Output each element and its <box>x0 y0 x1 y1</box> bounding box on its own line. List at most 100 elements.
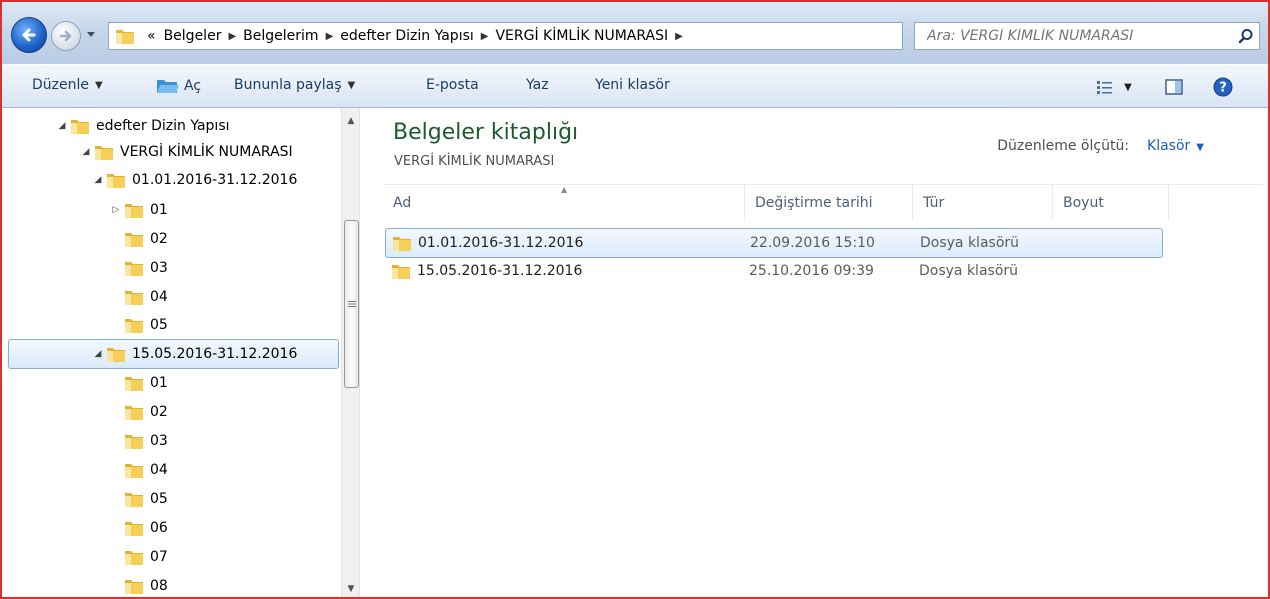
folder-icon <box>115 26 137 46</box>
chevron-down-icon: ▼ <box>1124 81 1132 93</box>
tree-item[interactable]: 08 <box>108 572 168 597</box>
tree-item[interactable]: ◢ 15.05.2016-31.12.2016 <box>90 340 297 368</box>
email-label: E-posta <box>426 77 479 93</box>
print-button[interactable]: Yaz <box>526 77 549 93</box>
address-field[interactable]: « Belgeler ▶ Belgelerim ▶ edefter Dizin … <box>108 22 996 50</box>
email-button[interactable]: E-posta <box>426 77 479 93</box>
column-modified-label: Değiştirme tarihi <box>755 195 873 211</box>
collapse-arrow-icon[interactable]: ◢ <box>78 147 94 157</box>
explorer-window: « Belgeler ▶ Belgelerim ▶ edefter Dizin … <box>0 0 1270 599</box>
column-size-label: Boyut <box>1063 195 1104 211</box>
breadcrumb-separator-icon[interactable]: ▶ <box>323 31 337 42</box>
organize-button[interactable]: Düzenle ▼ <box>32 77 103 93</box>
tree-item[interactable]: ◢ edefter Dizin Yapısı <box>54 112 230 140</box>
folder-icon <box>124 316 144 334</box>
share-button[interactable]: Bununla paylaş ▼ <box>234 77 355 93</box>
column-header: ▲ Ad Değiştirme tarihi Tür Boyut <box>383 184 1263 221</box>
scroll-up-icon[interactable]: ▲ <box>342 112 359 130</box>
search-button[interactable] <box>1233 23 1259 49</box>
folder-icon <box>124 374 144 392</box>
tree-item-label: 15.05.2016-31.12.2016 <box>132 346 298 362</box>
chevron-down-icon <box>87 32 95 37</box>
breadcrumb-overflow[interactable]: « <box>143 28 160 44</box>
search-input[interactable] <box>925 27 1233 45</box>
content-pane: Belgeler kitaplığı VERGİ KİMLİK NUMARASI… <box>361 108 1268 597</box>
tree-item[interactable]: 05 <box>108 311 168 339</box>
collapse-arrow-icon[interactable]: ◢ <box>54 121 70 131</box>
tree-item[interactable]: 02 <box>108 225 168 253</box>
search-icon <box>1238 29 1253 44</box>
open-folder-icon <box>157 80 179 93</box>
tree-item-label: 05 <box>150 317 168 333</box>
file-type: Dosya klasörü <box>919 263 1019 279</box>
folder-icon <box>124 577 144 595</box>
file-name-cell: 15.05.2016-31.12.2016 <box>391 257 582 285</box>
help-button[interactable]: ? <box>1211 75 1235 99</box>
tree-item[interactable]: 02 <box>108 398 168 426</box>
file-name: 01.01.2016-31.12.2016 <box>418 235 584 251</box>
column-modified[interactable]: Değiştirme tarihi <box>745 185 913 221</box>
breadcrumb-edefter[interactable]: edefter Dizin Yapısı <box>336 28 478 44</box>
open-button[interactable]: Aç <box>156 77 201 95</box>
tree-item[interactable]: 01 <box>108 369 168 397</box>
tree-item-label: 04 <box>150 289 168 305</box>
arrange-by-dropdown[interactable]: Klasör ▼ <box>1147 138 1204 154</box>
recent-pages-dropdown[interactable] <box>84 28 98 42</box>
chevron-down-icon: ▼ <box>95 79 103 91</box>
views-icon <box>1097 81 1113 94</box>
collapse-arrow-icon[interactable]: ◢ <box>90 175 106 185</box>
breadcrumb-belgelerim[interactable]: Belgelerim <box>239 28 322 44</box>
breadcrumb-separator-icon[interactable]: ▶ <box>225 31 239 42</box>
chevron-down-icon: ▼ <box>347 79 356 91</box>
preview-pane-button[interactable] <box>1162 75 1186 99</box>
tree-item[interactable]: 07 <box>108 543 168 571</box>
forward-arrow-icon <box>59 30 72 42</box>
column-size[interactable]: Boyut <box>1053 185 1169 221</box>
new-folder-button[interactable]: Yeni klasör <box>595 77 670 93</box>
file-type: Dosya klasörü <box>920 235 1020 251</box>
scroll-down-icon[interactable]: ▼ <box>342 580 359 597</box>
tree-item-label: 01 <box>150 202 168 218</box>
tree-item[interactable]: ◢ 01.01.2016-31.12.2016 <box>90 166 297 194</box>
tree-item[interactable]: 03 <box>108 427 168 455</box>
tree-item-label: 02 <box>150 404 168 420</box>
breadcrumb-vergi[interactable]: VERGİ KİMLİK NUMARASI <box>491 28 672 44</box>
tree-item-label: VERGİ KİMLİK NUMARASI <box>120 144 293 160</box>
tree-item-label: 06 <box>150 520 168 536</box>
breadcrumb-belgeler[interactable]: Belgeler <box>160 28 226 44</box>
tree-item-label: 03 <box>150 260 168 276</box>
file-row[interactable]: 15.05.2016-31.12.2016 25.10.2016 09:39 Dos… <box>385 257 1163 287</box>
library-subtitle: VERGİ KİMLİK NUMARASI <box>394 154 555 169</box>
column-name[interactable]: Ad <box>383 185 745 221</box>
breadcrumb-separator-icon[interactable]: ▶ <box>672 31 686 42</box>
tree-item-label: 02 <box>150 231 168 247</box>
folder-icon <box>124 201 144 219</box>
back-button[interactable] <box>11 17 47 53</box>
breadcrumb-separator-icon[interactable]: ▶ <box>478 31 492 42</box>
scrollbar-thumb[interactable] <box>344 220 359 388</box>
folder-icon <box>124 490 144 508</box>
file-row[interactable]: 01.01.2016-31.12.2016 22.09.2016 15:10 Dos… <box>385 228 1163 258</box>
change-view-button[interactable]: ▼ <box>1090 75 1138 99</box>
column-name-label: Ad <box>393 195 412 211</box>
tree-item[interactable]: 05 <box>108 485 168 513</box>
arrange-by: Düzenleme ölçütü: Klasör ▼ <box>997 138 1204 154</box>
folder-icon <box>94 143 114 161</box>
tree-item[interactable]: 06 <box>108 514 168 542</box>
expand-arrow-icon[interactable]: ▷ <box>108 205 124 215</box>
column-type[interactable]: Tür <box>913 185 1053 221</box>
organize-label: Düzenle <box>32 77 89 93</box>
search-box[interactable] <box>914 22 1260 50</box>
folder-icon <box>124 288 144 306</box>
tree-item[interactable]: 04 <box>108 456 168 484</box>
tree-item[interactable]: ▷ 01 <box>108 196 168 224</box>
folder-icon <box>106 171 126 189</box>
forward-button[interactable] <box>51 21 81 51</box>
tree-item-label: 08 <box>150 578 168 594</box>
tree-scrollbar[interactable]: ▲ ▼ <box>341 108 359 597</box>
tree-item[interactable]: 04 <box>108 283 168 311</box>
tree-item[interactable]: ◢ VERGİ KİMLİK NUMARASI <box>78 138 293 166</box>
tree-item[interactable]: 03 <box>108 254 168 282</box>
collapse-arrow-icon[interactable]: ◢ <box>90 349 106 359</box>
arrange-by-value: Klasör <box>1147 138 1191 154</box>
